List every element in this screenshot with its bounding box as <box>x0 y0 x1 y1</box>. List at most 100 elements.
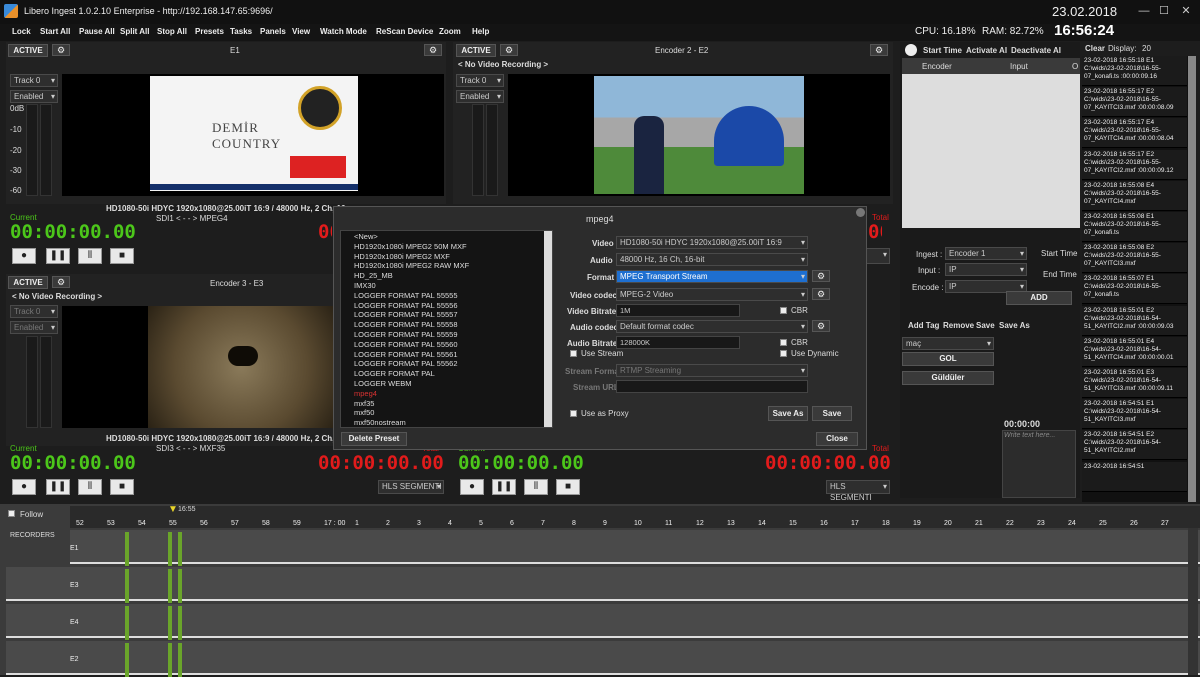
log-item[interactable]: 23-02-2018 16:54:51 E1 C:\wids\23-02-201… <box>1082 399 1187 430</box>
encoder-2-enabled-select[interactable]: Enabled <box>456 90 504 103</box>
encoder-1-enabled-select[interactable]: Enabled <box>10 90 58 103</box>
recording-segment[interactable] <box>178 643 182 677</box>
log-item[interactable]: 23-02-2018 16:55:17 E2 C:\wids\23-02-201… <box>1082 87 1187 118</box>
tag-category-select[interactable]: maç <box>902 337 994 350</box>
log-item[interactable]: 23-02-2018 16:55:08 E4 C:\wids\23-02-201… <box>1082 180 1187 211</box>
timeline-scrollbar[interactable] <box>1188 528 1198 675</box>
preset-item[interactable]: mpeg4 <box>354 389 377 398</box>
recording-segment[interactable] <box>125 606 129 640</box>
format-select[interactable]: MPEG Transport Stream <box>616 270 808 283</box>
encoder-1-track-select[interactable]: Track 0 <box>10 74 58 87</box>
preset-item[interactable]: LOGGER FORMAT PAL 55562 <box>354 359 458 368</box>
encoder-1-options-gear-icon[interactable]: ⚙ <box>424 44 442 56</box>
stream-url-input[interactable] <box>616 380 808 393</box>
preset-item[interactable]: LOGGER FORMAT PAL 55556 <box>354 301 458 310</box>
preset-item[interactable]: mxf50nostream <box>354 418 406 427</box>
add-button[interactable]: ADD <box>1006 291 1072 305</box>
stream-format-select[interactable]: RTMP Streaming <box>616 364 808 377</box>
save-as-tag-button[interactable]: Save As <box>999 321 1030 330</box>
use-stream-checkbox[interactable] <box>570 350 577 357</box>
log-item[interactable]: 23-02-2018 16:55:07 E1 C:\wids\23-02-201… <box>1082 274 1187 305</box>
recording-segment[interactable] <box>168 606 172 640</box>
preset-item[interactable]: mxf35 <box>354 399 374 408</box>
recording-segment[interactable] <box>168 643 172 677</box>
encoder-1-pause-button[interactable]: ❚❚ <box>46 248 70 264</box>
save-as-button[interactable]: Save As <box>768 406 808 421</box>
clear-log-button[interactable]: Clear <box>1085 44 1105 53</box>
dialog-close-icon[interactable] <box>856 208 865 217</box>
video-bitrate-input[interactable]: 1M <box>616 304 740 317</box>
menu-rescan-device[interactable]: ReScan Device <box>376 27 433 36</box>
tag-gol-button[interactable]: GOL <box>902 352 994 366</box>
encoder-1-split-button[interactable]: ⫴ <box>78 248 102 264</box>
menu-stop-all[interactable]: Stop All <box>157 27 187 36</box>
preset-item[interactable]: LOGGER WEBM <box>354 379 412 388</box>
encoder-2-track-select[interactable]: Track 0 <box>456 74 504 87</box>
recording-segment[interactable] <box>125 569 129 603</box>
encoder-4-pause-button[interactable]: ❚❚ <box>492 479 516 495</box>
encoder-1-record-button[interactable]: ● <box>12 248 36 264</box>
encoder-2-options-gear-icon[interactable]: ⚙ <box>870 44 888 56</box>
preset-item[interactable]: LOGGER FORMAT PAL 55559 <box>354 330 458 339</box>
menu-tasks[interactable]: Tasks <box>230 27 252 36</box>
encoder-4-segment-select[interactable]: HLS SEGMENTI <box>826 480 890 502</box>
save-button[interactable]: Save <box>812 406 852 421</box>
recording-segment[interactable] <box>178 532 182 566</box>
encoder-2-settings-gear-icon[interactable]: ⚙ <box>500 44 518 56</box>
video-select[interactable]: HD1080-50i HDYC 1920x1080@25.00iT 16:9 <box>616 236 808 249</box>
log-item[interactable]: 23-02-2018 16:55:17 E4 C:\wids\23-02-201… <box>1082 118 1187 149</box>
audio-select[interactable]: 48000 Hz, 16 Ch, 16-bit <box>616 253 808 266</box>
display-count[interactable]: 20 <box>1142 44 1151 53</box>
note-textarea[interactable] <box>1002 430 1076 498</box>
log-item[interactable]: 23-02-2018 16:55:01 E2 C:\wids\23-02-201… <box>1082 305 1187 336</box>
recording-segment[interactable] <box>168 532 172 566</box>
encoder-4-record-button[interactable]: ● <box>460 479 484 495</box>
menu-view[interactable]: View <box>292 27 310 36</box>
input-select[interactable]: IP <box>945 263 1027 276</box>
menu-panels[interactable]: Panels <box>260 27 286 36</box>
log-item[interactable]: 23-02-2018 16:55:08 E1 C:\wids\23-02-201… <box>1082 212 1187 242</box>
encoder-3-split-button[interactable]: ⫴ <box>78 479 102 495</box>
log-item[interactable]: 23-02-2018 16:54:51 <box>1082 461 1187 492</box>
menu-split-all[interactable]: Split All <box>120 27 149 36</box>
remove-tag-button[interactable]: Remove <box>943 321 974 330</box>
encoder-4-split-button[interactable]: ⫴ <box>524 479 548 495</box>
encoder-3-active-button[interactable]: ACTIVE <box>8 276 48 289</box>
log-item[interactable]: 23-02-2018 16:55:17 E2 C:\wids\23-02-201… <box>1082 149 1187 180</box>
encoder-3-settings-gear-icon[interactable]: ⚙ <box>52 276 70 288</box>
save-tag-button[interactable]: Save <box>976 321 995 330</box>
menu-help[interactable]: Help <box>472 27 489 36</box>
encoder-1-stop-button[interactable]: ■ <box>110 248 134 264</box>
audio-bitrate-input[interactable]: 128000K <box>616 336 740 349</box>
maximize-icon[interactable]: ☐ <box>1156 3 1172 19</box>
menu-lock[interactable]: Lock <box>12 27 31 36</box>
timeline-row-e3[interactable] <box>6 567 1200 601</box>
delete-preset-button[interactable]: Delete Preset <box>341 432 407 446</box>
encoder-2-segment-select[interactable] <box>866 248 890 264</box>
preset-item[interactable]: LOGGER FORMAT PAL <box>354 369 435 378</box>
close-icon[interactable]: ✕ <box>1178 3 1194 19</box>
preset-item[interactable]: LOGGER FORMAT PAL 55557 <box>354 310 458 319</box>
minimize-icon[interactable]: — <box>1136 3 1152 19</box>
schedule-table[interactable] <box>902 58 1080 228</box>
encoder-3-enabled-select[interactable]: Enabled <box>10 321 58 334</box>
encoder-3-pause-button[interactable]: ❚❚ <box>46 479 70 495</box>
use-as-proxy-checkbox[interactable] <box>570 410 577 417</box>
encoder-1-settings-gear-icon[interactable]: ⚙ <box>52 44 70 56</box>
recording-segment[interactable] <box>178 569 182 603</box>
ingest-select[interactable]: Encoder 1 <box>945 247 1027 260</box>
audio-codec-select[interactable]: Default format codec <box>616 320 808 333</box>
menu-presets[interactable]: Presets <box>195 27 224 36</box>
recording-segment[interactable] <box>168 569 172 603</box>
preset-item[interactable]: <New> <box>354 232 378 241</box>
encoder-4-stop-button[interactable]: ■ <box>556 479 580 495</box>
deactivate-ai-button[interactable]: Deactivate AI <box>1011 46 1061 55</box>
preset-item[interactable]: mxf50 <box>354 408 374 417</box>
menu-start-all[interactable]: Start All <box>40 27 70 36</box>
start-time-button[interactable]: Start Time <box>923 46 962 55</box>
log-scrollbar[interactable] <box>1188 56 1196 502</box>
audio-cbr-checkbox[interactable] <box>780 339 787 346</box>
log-list[interactable]: 23-02-2018 16:55:18 E1 C:\wids\23-02-201… <box>1082 56 1188 502</box>
recording-segment[interactable] <box>178 606 182 640</box>
log-item[interactable]: 23-02-2018 16:55:01 E3 C:\wids\23-02-201… <box>1082 368 1187 398</box>
